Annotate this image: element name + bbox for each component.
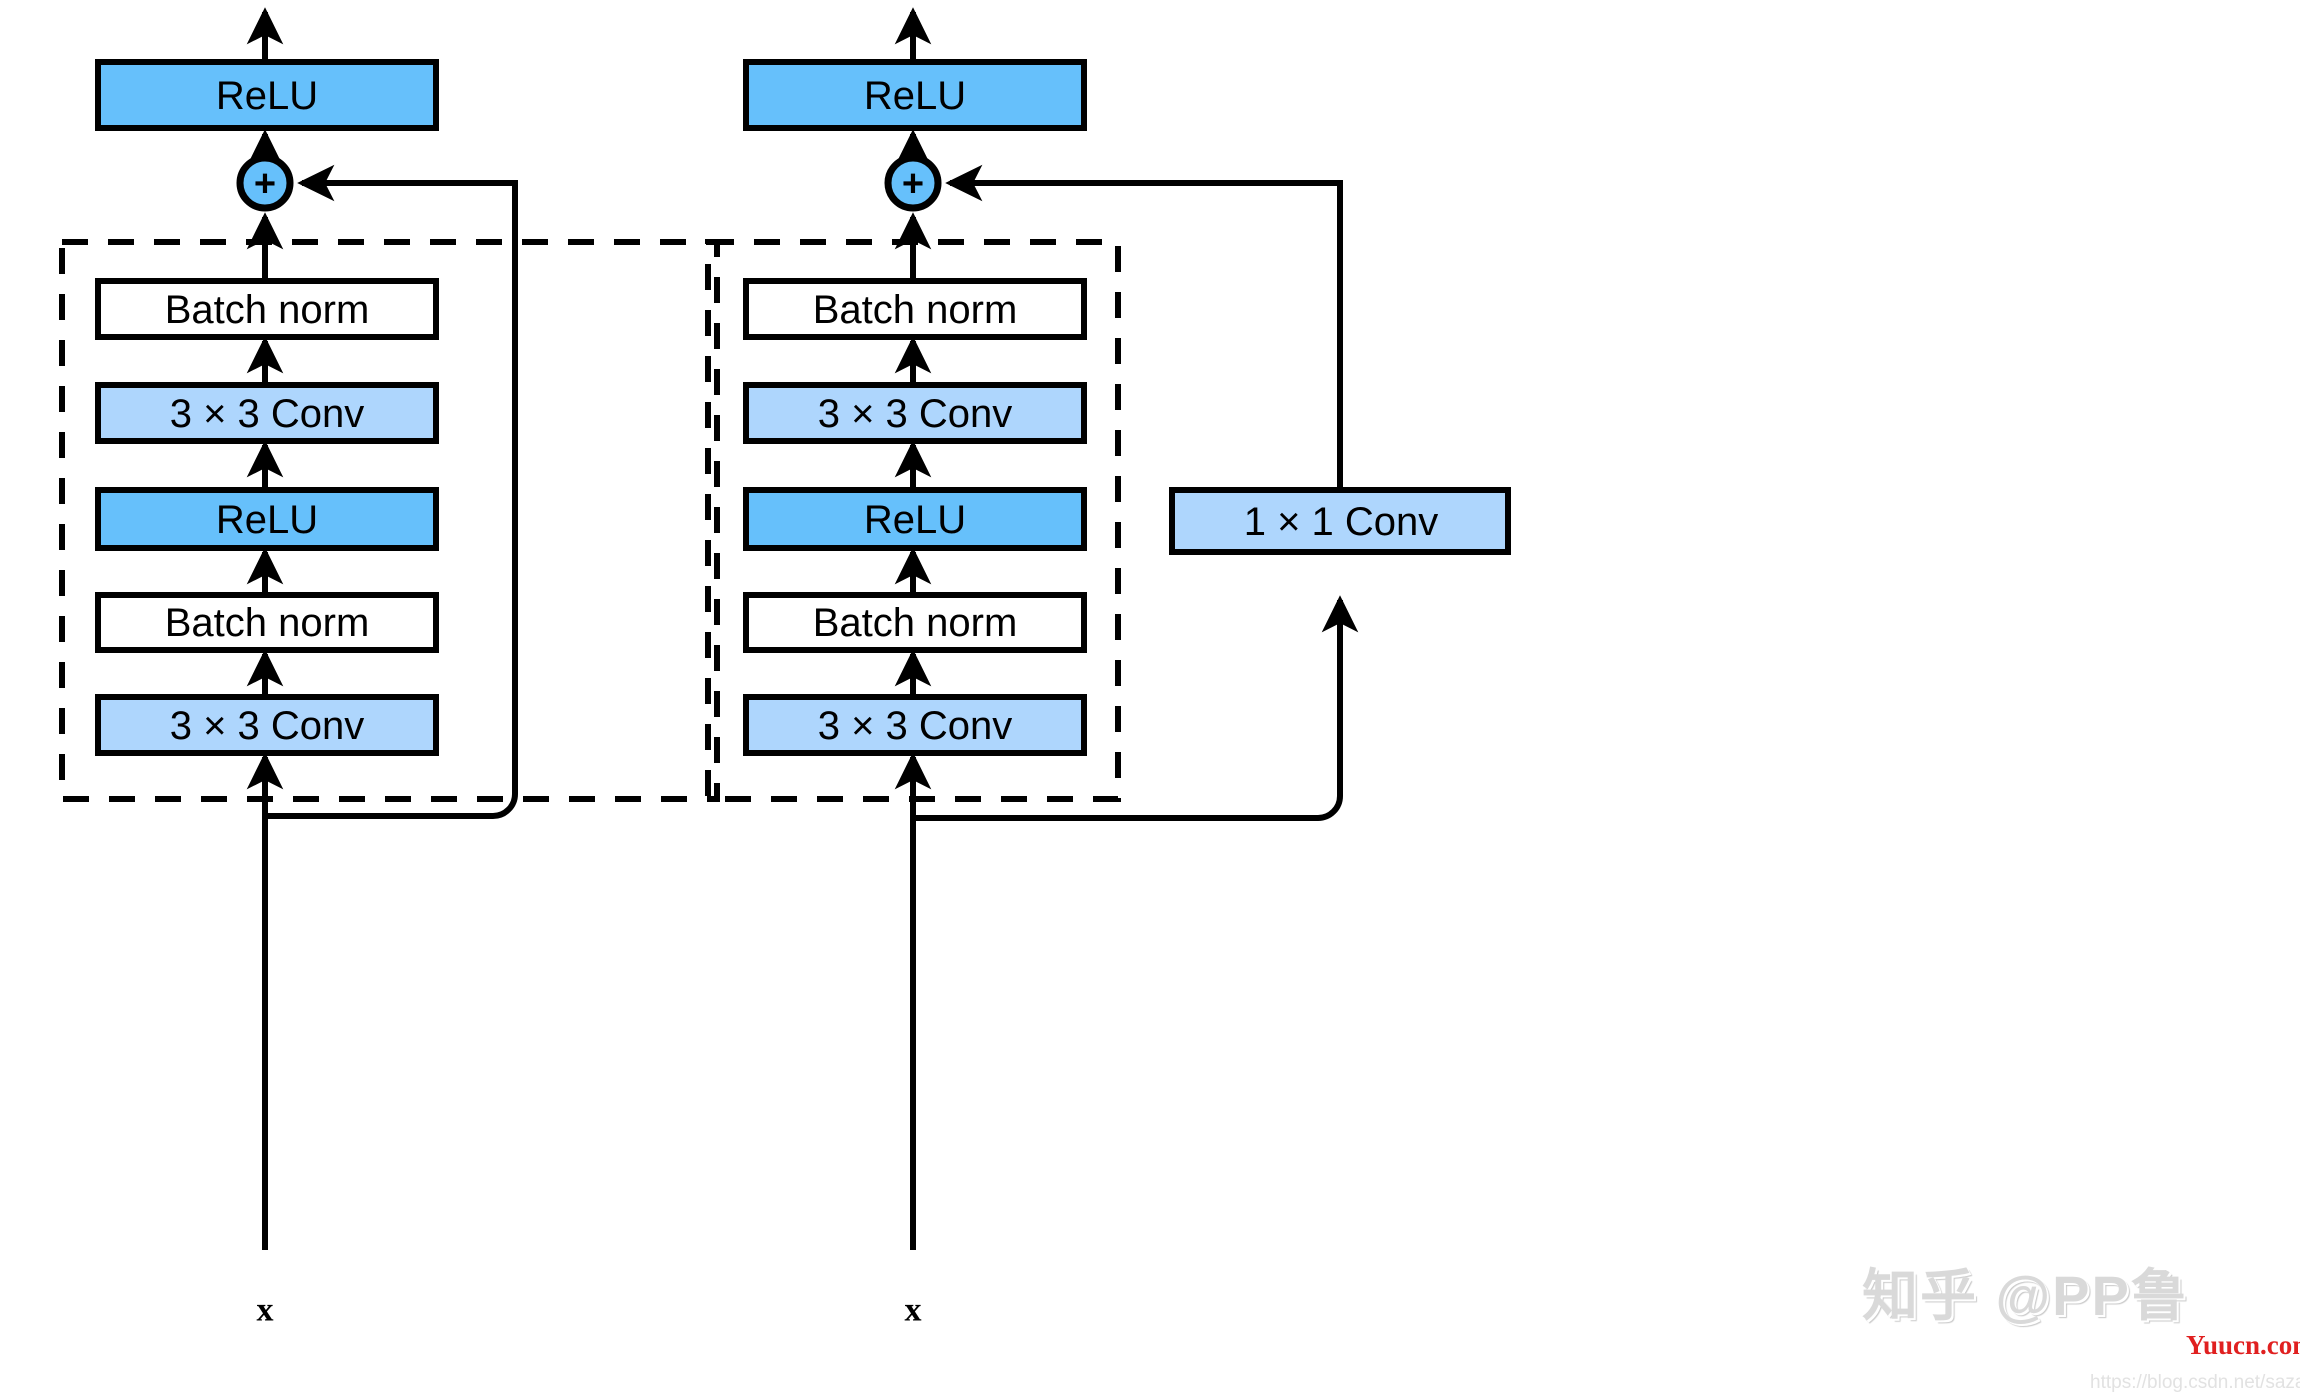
left-inner-relu-label: ReLU [216, 498, 318, 542]
yuucn-watermark: Yuucn.com [2186, 1330, 2300, 1360]
right-output-relu-label: ReLU [864, 74, 966, 118]
diagram-canvas: ReLU + Batch norm 3 × 3 Conv ReLU Batch … [0, 0, 2300, 1400]
right-inner-relu-label: ReLU [864, 498, 966, 542]
right-inner-batchnorm-2-label: Batch norm [813, 288, 1018, 332]
left-inner-conv-2-label: 3 × 3 Conv [170, 392, 365, 436]
left-add-symbol: + [254, 163, 276, 205]
right-residual-block: ReLU + 1 × 1 Conv Batch norm 3 × 3 Conv [705, 7, 1511, 1329]
right-inner-conv-1-label: 3 × 3 Conv [818, 704, 1013, 748]
left-output-relu-label: ReLU [216, 74, 318, 118]
right-input-label: x [905, 1292, 922, 1329]
right-add-symbol: + [902, 163, 924, 205]
left-residual-block: ReLU + Batch norm 3 × 3 Conv ReLU Batch … [59, 7, 720, 1329]
right-inner-conv-2-label: 3 × 3 Conv [818, 392, 1013, 436]
left-inner-batchnorm-1-label: Batch norm [165, 601, 370, 645]
right-shortcut-conv-label: 1 × 1 Conv [1244, 500, 1439, 544]
right-inner-batchnorm-1-label: Batch norm [813, 601, 1018, 645]
left-inner-conv-1-label: 3 × 3 Conv [170, 704, 365, 748]
residual-blocks-svg: ReLU + Batch norm 3 × 3 Conv ReLU Batch … [59, 7, 1511, 1329]
left-inner-batchnorm-2-label: Batch norm [165, 288, 370, 332]
zhihu-watermark: 知乎 @PP鲁 [1862, 1264, 2189, 1327]
left-input-label: x [257, 1292, 274, 1329]
source-url-watermark: https://blog.csdn.net/sazass [2090, 1372, 2300, 1393]
